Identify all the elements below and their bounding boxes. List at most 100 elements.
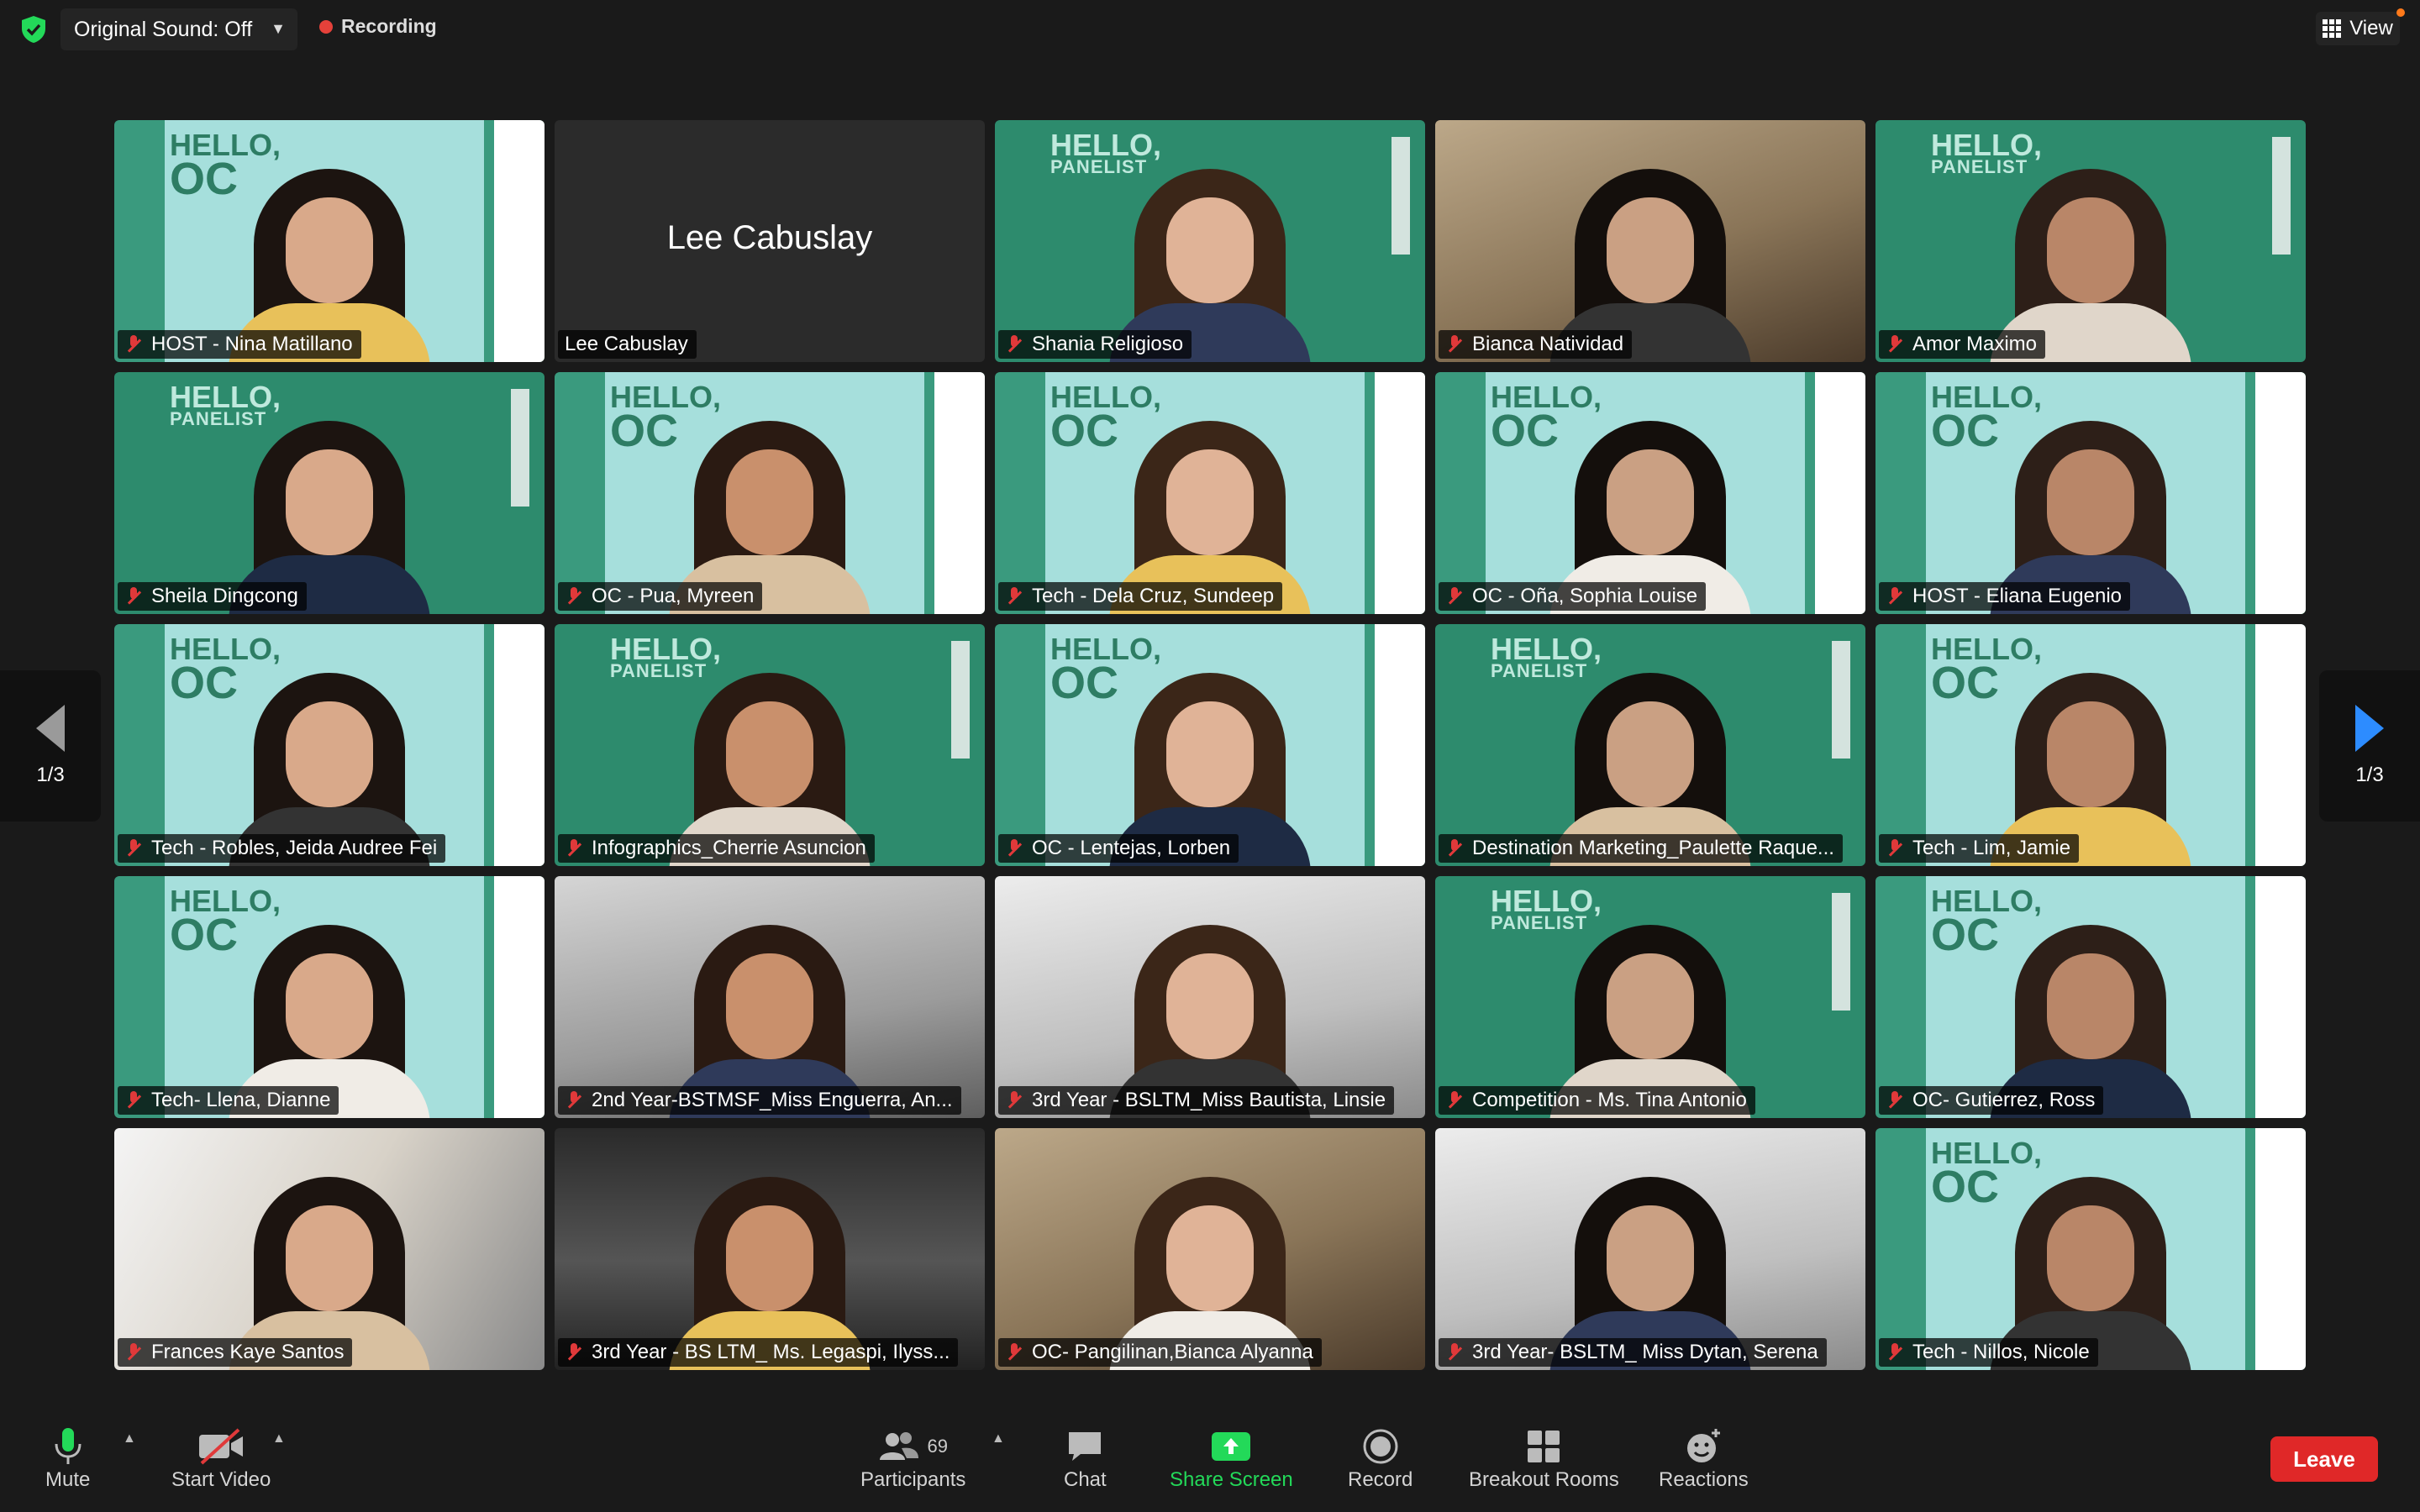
chat-icon [1069,1432,1102,1461]
mic-muted-icon [124,1342,143,1362]
original-sound-dropdown[interactable]: Original Sound: Off ▼ [60,8,297,50]
participant-name: Sheila Dingcong [151,585,298,607]
mic-muted-icon [1005,1090,1023,1110]
participants-button[interactable]: 69 Participants [860,1425,965,1492]
video-gallery: HELLO, OC HOST - Nina Matillano Lee Cabusla… [114,120,2306,1372]
previous-page-button[interactable]: 1/3 [0,670,101,822]
participant-name-label: Tech- Llena, Dianne [118,1086,339,1115]
breakout-rooms-button[interactable]: Breakout Rooms [1469,1425,1619,1492]
arrow-right-icon [2355,705,2384,752]
chevron-up-icon[interactable]: ▲ [123,1431,136,1446]
leave-button[interactable]: Leave [2270,1436,2378,1482]
mic-muted-icon [565,1342,583,1362]
next-page-button[interactable]: 1/3 [2319,670,2420,822]
participant-name-label: OC- Gutierrez, Ross [1879,1086,2104,1115]
chevron-down-icon[interactable]: ▼ [271,20,286,38]
video-off-icon [199,1428,244,1465]
participant-video-tile[interactable]: OC- Pangilinan,Bianca Alyanna [995,1128,1425,1370]
participant-video-tile[interactable]: HELLO, PANELIST Competition - Ms. Tina Ant… [1435,876,1865,1118]
participant-video-tile[interactable]: HELLO, OC OC- Gutierrez, Ross [1876,876,2306,1118]
participant-video-tile[interactable]: HELLO, OC Tech - Dela Cruz, Sundeep [995,372,1425,614]
participant-video-tile[interactable]: HELLO, OC OC - Pua, Myreen [555,372,985,614]
participant-name-label: Sheila Dingcong [118,582,307,611]
mute-button[interactable]: Mute [45,1425,90,1492]
participant-name-label: Destination Marketing_Paulette Raque... [1439,834,1843,863]
participant-name: OC- Pangilinan,Bianca Alyanna [1032,1341,1313,1363]
microphone-icon [55,1428,82,1464]
participant-video-tile[interactable]: HELLO, OC Tech - Robles, Jeida Audree Fei [114,624,544,866]
reactions-label: Reactions [1659,1468,1749,1491]
chevron-up-icon[interactable]: ▲ [992,1431,1005,1446]
participant-name-label: OC - Lentejas, Lorben [998,834,1239,863]
participant-name: OC - Pua, Myreen [592,585,755,607]
record-button[interactable]: Record [1348,1425,1413,1492]
chevron-up-icon[interactable]: ▲ [272,1431,286,1446]
recording-indicator[interactable]: Recording [319,15,437,38]
chat-button[interactable]: Chat [1064,1425,1107,1492]
participant-video-tile[interactable]: 3rd Year - BSLTM_Miss Bautista, Linsie [995,876,1425,1118]
participant-name-label: Tech - Robles, Jeida Audree Fei [118,834,446,863]
participant-video-tile[interactable]: HELLO, PANELIST Destination Marketing_Paul… [1435,624,1865,866]
participant-video-tile[interactable]: Bianca Natividad [1435,120,1865,362]
participant-name-label: Frances Kaye Santos [118,1338,353,1367]
shield-icon[interactable] [20,15,47,44]
participant-name-label: OC - Pua, Myreen [558,582,763,611]
participant-name-label: Tech - Lim, Jamie [1879,834,2080,863]
participant-name: Tech - Nillos, Nicole [1912,1341,2090,1363]
mic-muted-icon [1886,1090,1904,1110]
participant-display-name: Lee Cabuslay [666,219,873,256]
participant-video-tile[interactable]: 3rd Year- BSLTM_ Miss Dytan, Serena [1435,1128,1865,1370]
arrow-left-icon [36,705,65,752]
start-video-button[interactable]: Start Video [171,1425,271,1492]
participant-video-tile[interactable]: HELLO, OC Tech - Nillos, Nicole [1876,1128,2306,1370]
participant-name-label: OC- Pangilinan,Bianca Alyanna [998,1338,1322,1367]
participant-name-label: Amor Maximo [1879,330,2046,359]
participant-video-tile[interactable]: HELLO, PANELIST Infographics_Cherrie Asunc… [555,624,985,866]
mic-muted-icon [565,838,583,858]
participant-name-label: 3rd Year - BSLTM_Miss Bautista, Linsie [998,1086,1395,1115]
participant-video-tile[interactable]: Lee Cabuslay Lee Cabuslay [555,120,985,362]
participant-name: Lee Cabuslay [565,333,688,355]
participant-name: Frances Kaye Santos [151,1341,345,1363]
participant-video-tile[interactable]: HELLO, OC OC - Oña, Sophia Louise [1435,372,1865,614]
participant-video-tile[interactable]: HELLO, OC HOST - Nina Matillano [114,120,544,362]
participants-count: 69 [927,1436,948,1457]
participant-name: Tech - Lim, Jamie [1912,837,2071,859]
meeting-toolbar: Mute ▲ Start Video ▲ 69 Participants ▲ C… [0,1413,2420,1512]
notification-dot [2396,8,2405,17]
mic-muted-icon [1005,1342,1023,1362]
participant-video-tile[interactable]: HELLO, PANELIST Sheila Dingcong [114,372,544,614]
participant-name: OC - Oña, Sophia Louise [1472,585,1698,607]
participant-name-label: HOST - Eliana Eugenio [1879,582,2131,611]
mic-muted-icon [1445,1342,1464,1362]
view-button[interactable]: View [2316,8,2405,45]
share-screen-label: Share Screen [1170,1468,1293,1491]
participant-video-tile[interactable]: HELLO, PANELIST Shania Religioso [995,120,1425,362]
mute-label: Mute [45,1468,91,1491]
reactions-button[interactable]: Reactions [1659,1425,1749,1492]
participant-name-label: Tech - Dela Cruz, Sundeep [998,582,1283,611]
top-bar: Original Sound: Off ▼ Recording View [0,0,2420,57]
participant-name-label: Infographics_Cherrie Asuncion [558,834,875,863]
participant-video-tile[interactable]: Frances Kaye Santos [114,1128,544,1370]
participant-video-tile[interactable]: HELLO, OC OC - Lentejas, Lorben [995,624,1425,866]
participant-name: Bianca Natividad [1472,333,1624,355]
participant-video-tile[interactable]: HELLO, OC HOST - Eliana Eugenio [1876,372,2306,614]
participant-video-tile[interactable]: HELLO, PANELIST Amor Maximo [1876,120,2306,362]
participant-name-label: Competition - Ms. Tina Antonio [1439,1086,1755,1115]
participant-name-label: Shania Religioso [998,330,1192,359]
mic-muted-icon [124,1090,143,1110]
mic-muted-icon [1445,838,1464,858]
participant-video-tile[interactable]: HELLO, OC Tech - Lim, Jamie [1876,624,2306,866]
breakout-rooms-label: Breakout Rooms [1469,1468,1619,1491]
participant-video-tile[interactable]: HELLO, OC Tech- Llena, Dianne [114,876,544,1118]
participant-video-tile[interactable]: 2nd Year-BSTMSF_Miss Enguerra, An... [555,876,985,1118]
mic-muted-icon [124,586,143,606]
mic-muted-icon [1886,586,1904,606]
share-screen-button[interactable]: Share Screen [1170,1425,1293,1492]
mic-muted-icon [1005,838,1023,858]
grid-view-icon [2323,19,2342,38]
mic-muted-icon [1886,334,1904,354]
participant-name: Shania Religioso [1032,333,1184,355]
participant-video-tile[interactable]: 3rd Year - BS LTM_ Ms. Legaspi, Ilyss... [555,1128,985,1370]
